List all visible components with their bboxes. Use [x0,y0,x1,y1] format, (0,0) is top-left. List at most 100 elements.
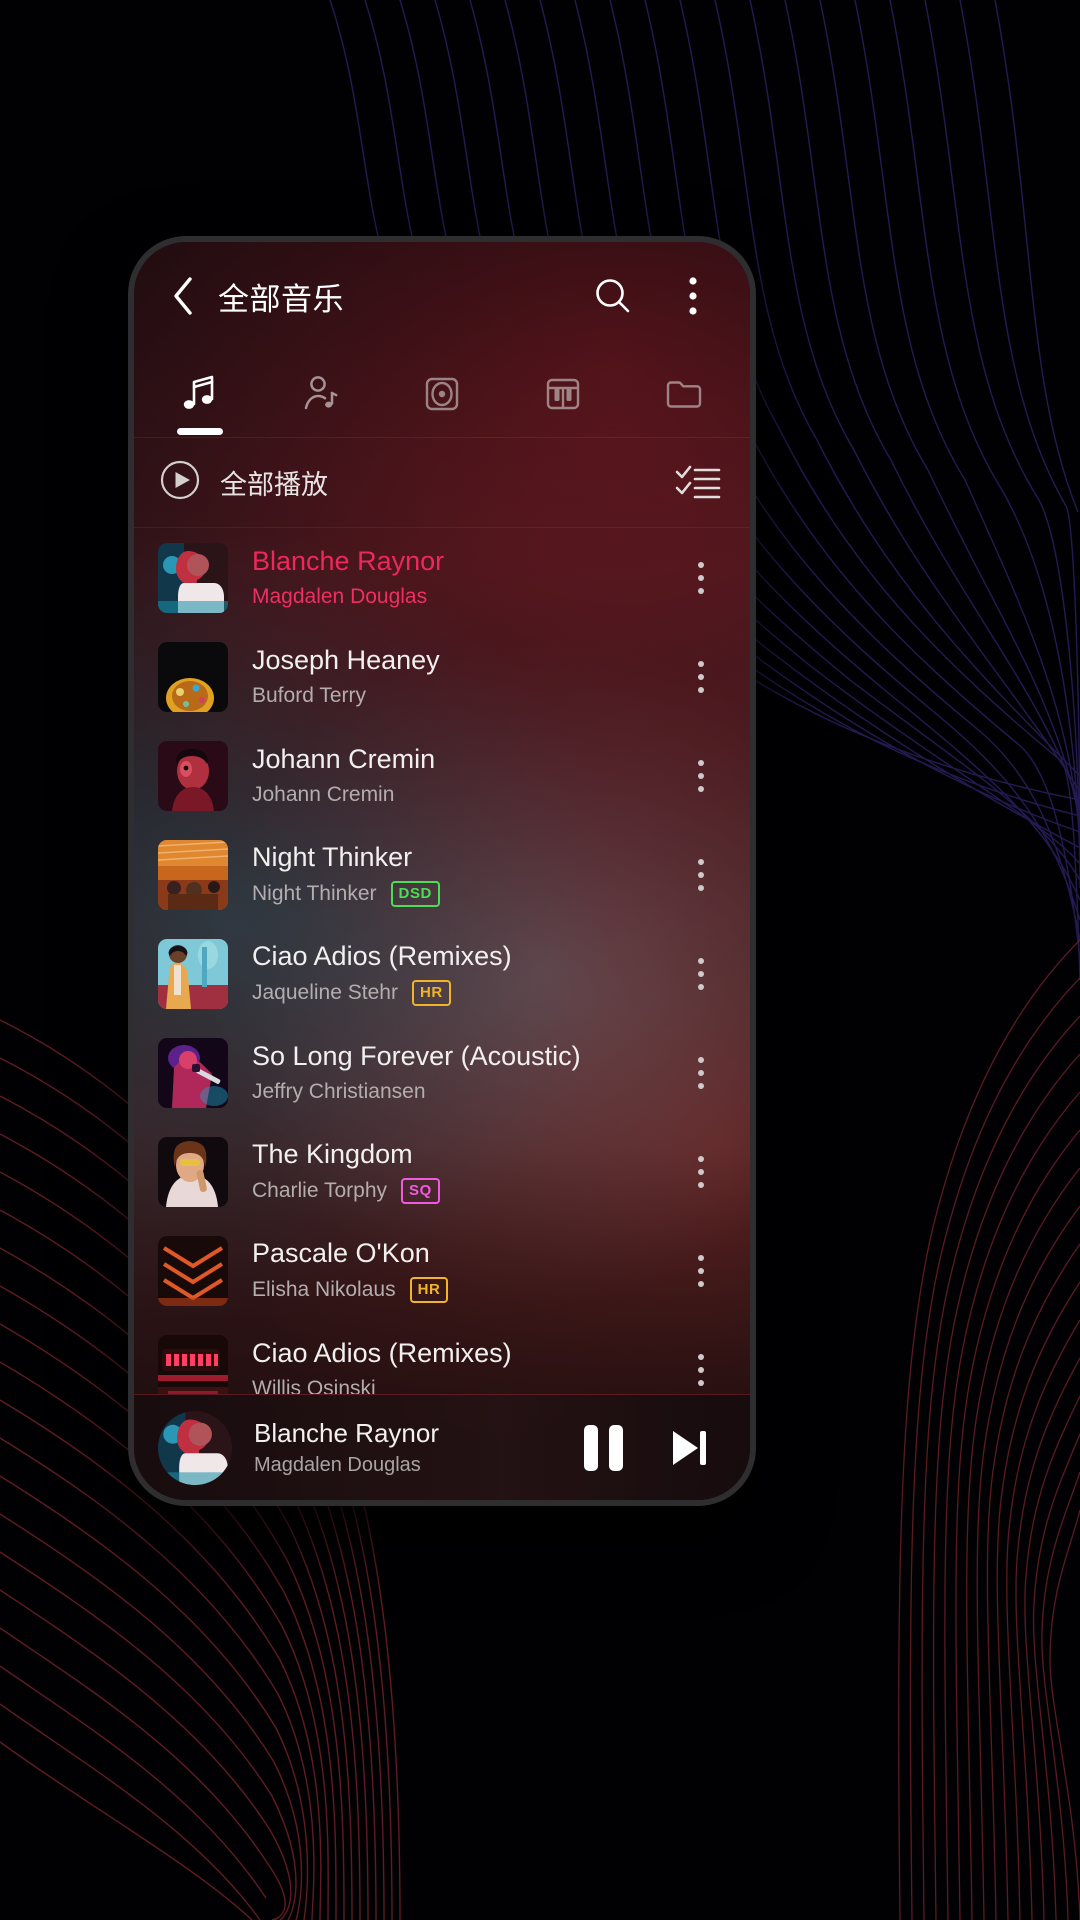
album-art [158,740,228,811]
checklist-icon[interactable] [674,463,722,503]
song-more-icon[interactable] [678,938,724,1010]
album-art [158,938,228,1009]
song-row[interactable]: Pascale O'Kon Elisha Nikolaus HR [134,1221,750,1320]
search-icon[interactable] [586,269,640,323]
song-subtitle-row: Johann Cremin [252,783,678,807]
album-art [158,1037,228,1108]
song-artist: Jeffry Christiansen [252,1079,426,1103]
song-title: Ciao Adios (Remixes) [252,1338,512,1368]
pause-icon[interactable] [572,1417,634,1479]
song-meta: Joseph Heaney Buford Terry [252,645,678,708]
song-meta: Johann Cremin Johann Cremin [252,744,678,807]
tab-bar [134,350,750,438]
page-title: 全部音乐 [218,281,344,317]
skip-next-icon[interactable] [658,1417,720,1479]
play-all-row: 全部播放 [134,438,750,528]
song-artist: Magdalen Douglas [252,584,428,608]
tab-artists[interactable] [261,350,382,437]
chevron-left-icon[interactable] [160,273,206,319]
song-meta: Ciao Adios (Remixes) Jaqueline Stehr HR [252,941,678,1006]
piano-keys-icon [539,370,587,418]
album-art [158,542,228,613]
album-disc-icon [418,370,466,418]
song-artist: Elisha Nikolaus [252,1277,396,1301]
song-artist: Willis Osinski [252,1376,376,1394]
tab-albums[interactable] [382,350,503,437]
music-note-icon [176,370,224,418]
song-row[interactable]: Joseph Heaney Buford Terry [134,627,750,726]
song-subtitle-row: Charlie Torphy SQ [252,1177,678,1204]
song-title: So Long Forever (Acoustic) [252,1041,581,1071]
song-row[interactable]: Blanche Raynor Magdalen Douglas [134,528,750,627]
now-playing-artist: Magdalen Douglas [254,1454,421,1476]
song-subtitle-row: Buford Terry [252,684,678,708]
play-circle-icon [158,458,202,507]
song-subtitle-row: Elisha Nikolaus HR [252,1276,678,1303]
song-title: The Kingdom [252,1139,413,1170]
song-row[interactable]: The Kingdom Charlie Torphy SQ [134,1122,750,1221]
song-row[interactable]: Johann Cremin Johann Cremin [134,726,750,825]
song-more-icon[interactable] [678,641,724,713]
now-playing-title: Blanche Raynor [254,1418,439,1448]
song-row[interactable]: Night Thinker Night Thinker DSD [134,825,750,924]
song-more-icon[interactable] [678,740,724,812]
song-more-icon[interactable] [678,839,724,911]
song-row[interactable]: Ciao Adios (Remixes) Jaqueline Stehr HR [134,924,750,1023]
album-art [158,1334,228,1394]
album-art [158,1136,228,1207]
play-all-button[interactable]: 全部播放 [158,458,328,507]
song-subtitle-row: Willis Osinski [252,1377,678,1394]
song-meta: Blanche Raynor Magdalen Douglas [252,546,678,609]
song-meta: Night Thinker Night Thinker DSD [252,842,678,907]
status-badge: HR [409,1276,449,1303]
tab-folders[interactable] [623,350,744,437]
song-more-icon[interactable] [678,1037,724,1109]
artist-icon [297,370,345,418]
song-title: Blanche Raynor [252,546,445,576]
album-art [158,641,228,712]
song-subtitle-row: Jaqueline Stehr HR [252,979,678,1006]
song-more-icon[interactable] [678,1334,724,1395]
now-playing-meta: Blanche Raynor Magdalen Douglas [254,1418,572,1477]
song-artist: Charlie Torphy [252,1178,388,1202]
status-badge: DSD [390,880,440,907]
song-list[interactable]: Blanche Raynor Magdalen Douglas Joseph H… [134,528,750,1394]
status-badge: HR [411,979,451,1006]
song-meta: The Kingdom Charlie Torphy SQ [252,1139,678,1204]
app-header: 全部音乐 [134,242,750,350]
song-row[interactable]: Ciao Adios (Remixes) Willis Osinski [134,1320,750,1394]
album-art [158,839,228,910]
song-meta: Pascale O'Kon Elisha Nikolaus HR [252,1238,678,1303]
song-title: Night Thinker [252,842,413,873]
album-art [158,1235,228,1306]
song-artist: Buford Terry [252,683,366,707]
song-meta: Ciao Adios (Remixes) Willis Osinski [252,1338,678,1394]
folder-icon [660,370,708,418]
tab-genres[interactable] [502,350,623,437]
song-meta: So Long Forever (Acoustic) Jeffry Christ… [252,1041,678,1104]
more-vertical-icon[interactable] [666,269,720,323]
song-title: Johann Cremin [252,744,436,774]
song-more-icon[interactable] [678,1136,724,1208]
music-app: 全部音乐 全部播放 Blanche Raynor Magdalen Dougla… [134,242,750,1500]
song-subtitle-row: Magdalen Douglas [252,585,678,609]
status-badge: SQ [401,1177,440,1204]
song-subtitle-row: Jeffry Christiansen [252,1080,678,1104]
song-title: Pascale O'Kon [252,1238,430,1269]
song-title: Ciao Adios (Remixes) [252,941,512,972]
song-more-icon[interactable] [678,542,724,614]
phone-screen: 全部音乐 全部播放 Blanche Raynor Magdalen Dougla… [134,242,750,1500]
song-artist: Jaqueline Stehr [252,980,398,1004]
phone-frame: 全部音乐 全部播放 Blanche Raynor Magdalen Dougla… [128,236,756,1506]
tab-active-indicator [177,428,224,435]
song-row[interactable]: So Long Forever (Acoustic) Jeffry Christ… [134,1023,750,1122]
song-artist: Night Thinker [252,881,377,905]
song-title: Joseph Heaney [252,645,440,675]
tab-songs[interactable] [140,350,261,437]
now-playing-bar[interactable]: Blanche Raynor Magdalen Douglas [134,1394,750,1500]
song-more-icon[interactable] [678,1235,724,1307]
now-playing-album-art[interactable] [158,1410,232,1485]
song-subtitle-row: Night Thinker DSD [252,880,678,907]
song-artist: Johann Cremin [252,782,395,806]
play-all-label: 全部播放 [220,470,328,500]
